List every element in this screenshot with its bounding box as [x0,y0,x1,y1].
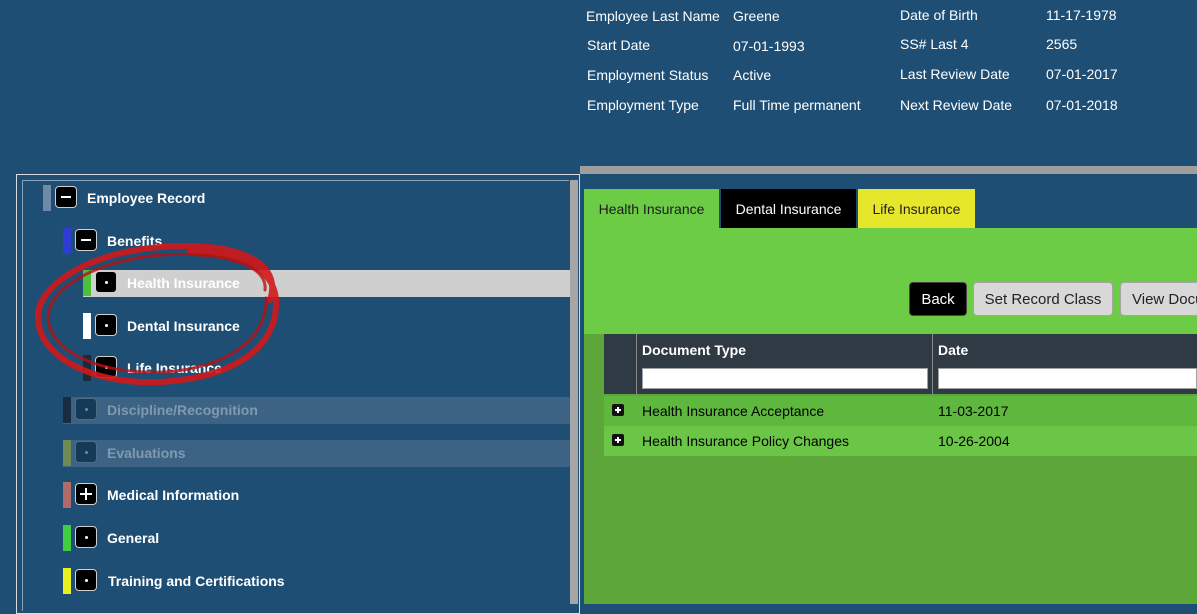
dob-label: Date of Birth [900,7,978,23]
tree-node-evaluations[interactable]: Evaluations [63,440,570,467]
tree-node-benefits[interactable]: Benefits [63,228,563,254]
item-icon [95,314,117,336]
node-color-bar [83,270,91,296]
expand-row-icon[interactable] [612,404,624,416]
tree-node-label: Benefits [107,233,163,249]
last-review-value: 07-01-2017 [1046,66,1118,82]
last-name-label: Employee Last Name [586,8,720,24]
tree-node-label: Employee Record [87,190,206,206]
tab-dental-insurance[interactable]: Dental Insurance [721,189,856,228]
expand-row-icon[interactable] [612,434,624,446]
date-cell: 10-26-2004 [938,433,1010,449]
ssn-value: 2565 [1046,36,1078,52]
node-color-bar [83,355,91,381]
table-row[interactable]: Health Insurance Acceptance 11-03-2017 [604,396,1197,427]
collapse-icon[interactable] [75,229,97,251]
date-cell: 11-03-2017 [938,403,1009,419]
back-button[interactable]: Back [909,282,967,316]
tree-node-dental-insurance[interactable]: Dental Insurance [83,313,563,339]
employment-type-label: Employment Type [587,97,699,113]
dob-value: 11-17-1978 [1046,7,1117,23]
divider-strip [580,166,1197,174]
document-type-cell: Health Insurance Acceptance [642,403,825,419]
start-date-label: Start Date [587,37,651,53]
last-review-label: Last Review Date [900,66,1010,82]
tree-node-label: Health Insurance [127,275,240,291]
item-icon [95,356,117,378]
node-color-bar [63,228,71,254]
expand-icon[interactable] [75,483,97,505]
item-icon [75,398,97,420]
next-review-value: 07-01-2018 [1046,97,1118,113]
tree-node-label: Dental Insurance [127,318,240,334]
column-header-date[interactable]: Date [938,342,968,358]
tree-node-label: Medical Information [107,487,240,503]
node-color-bar [63,482,71,508]
employment-status-value: Active [733,67,772,83]
tree-node-general[interactable]: General [63,525,563,551]
tree-node-medical[interactable]: Medical Information [63,482,563,508]
item-icon [75,441,97,463]
item-icon [95,271,117,293]
document-type-filter-input[interactable] [642,368,928,389]
tree-node-employee-record[interactable]: Employee Record [43,185,563,211]
node-color-bar [83,313,91,339]
view-documents-button[interactable]: View Docu [1120,282,1197,316]
tree-node-label: Discipline/Recognition [107,402,258,418]
node-color-bar [63,397,71,423]
node-color-bar [63,440,71,466]
start-date-value: 07-01-1993 [733,38,805,54]
set-record-class-button[interactable]: Set Record Class [973,282,1113,316]
tab-health-insurance[interactable]: Health Insurance [584,189,719,228]
last-name-value: Greene [733,8,780,24]
tab-life-insurance[interactable]: Life Insurance [858,189,975,228]
tree-scrollbar[interactable] [570,180,578,604]
node-color-bar [43,185,51,211]
employment-type-value: Full Time permanent [733,97,861,113]
item-icon [75,569,97,591]
node-color-bar [63,568,71,594]
next-review-label: Next Review Date [900,97,1013,113]
collapse-icon[interactable] [55,186,77,208]
tree-node-training[interactable]: Training and Certifications [63,568,563,594]
node-color-bar [63,525,71,551]
item-icon [75,526,97,548]
tree-node-health-insurance[interactable]: Health Insurance [83,270,570,297]
tree-node-discipline[interactable]: Discipline/Recognition [63,397,570,424]
tree-node-life-insurance[interactable]: Life Insurance [83,355,563,381]
document-type-cell: Health Insurance Policy Changes [642,433,850,449]
tree-node-label: Life Insurance [127,360,222,376]
tree-node-label: Training and Certifications [108,573,285,589]
tree-node-label: General [107,530,160,546]
employment-status-label: Employment Status [587,67,709,83]
content-toolbar-area [584,228,1197,334]
date-filter-input[interactable] [938,368,1197,389]
ssn-label: SS# Last 4 [900,36,969,52]
tree-node-label: Evaluations [107,445,186,461]
column-header-document-type[interactable]: Document Type [642,342,746,358]
table-row[interactable]: Health Insurance Policy Changes 10-26-20… [604,426,1197,456]
